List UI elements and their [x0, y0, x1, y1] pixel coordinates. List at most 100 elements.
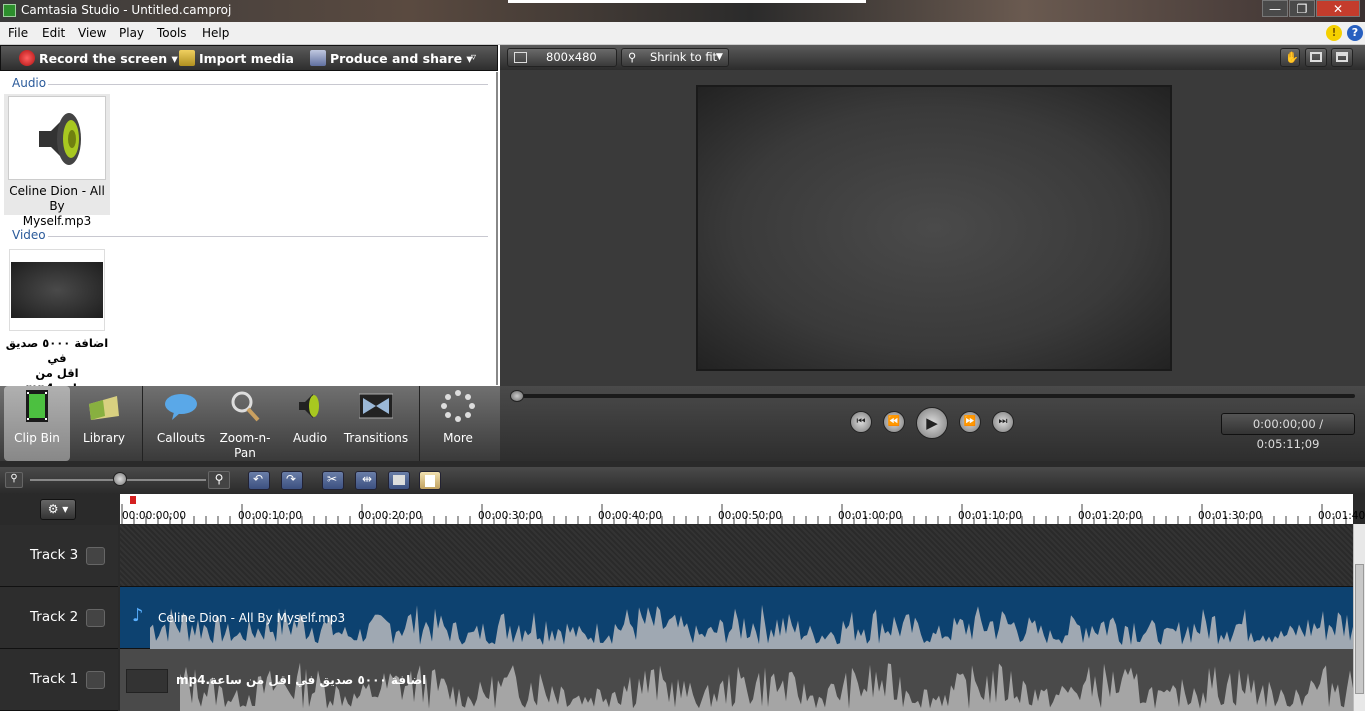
zoom-in-icon[interactable]: ⚲	[208, 471, 230, 489]
fast-forward-button[interactable]: ⏩	[959, 411, 981, 433]
produce-icon	[310, 50, 326, 66]
lock-icon[interactable]	[86, 547, 105, 565]
track-3-lane[interactable]	[120, 525, 1353, 587]
menu-tools[interactable]: Tools	[157, 26, 187, 40]
tab-more[interactable]: More	[428, 386, 488, 461]
produce-share-button[interactable]: Produce and share ▾	[310, 50, 473, 66]
library-icon	[89, 396, 119, 420]
redo-button[interactable]: ↷	[281, 471, 303, 490]
ruler-tick-label: 00:00:40;00	[598, 510, 663, 522]
chevron-down-icon: ▼	[716, 52, 723, 62]
video-thumb-image	[11, 262, 103, 318]
ruler-tick-label: 00:00:00;00	[122, 510, 187, 522]
paste-icon	[425, 475, 435, 487]
ruler-tick-label: 00:01:30;00	[1198, 510, 1263, 522]
toolbar-overflow-icon[interactable]: ▿	[471, 52, 476, 63]
redo-icon: ↷	[286, 472, 297, 486]
hand-tool-button[interactable]: ✋	[1280, 48, 1300, 67]
tips-bulb-icon[interactable]: !	[1326, 25, 1342, 41]
zoom-out-icon[interactable]: ⚲	[5, 472, 23, 488]
track-2-label: Track 2	[30, 609, 79, 625]
lock-icon[interactable]	[86, 671, 105, 689]
left-panel: Record the screen ▾ Import media Produce…	[0, 45, 500, 461]
tab-zoom-n-pan[interactable]: Zoom-n-Pan	[214, 386, 276, 461]
audio-clip[interactable]: ♪ Celine Dion - All By Myself.mp3	[120, 587, 1353, 649]
audio-clip-label: Celine Dion - All By Myself.mp3	[158, 611, 346, 625]
zoom-dropdown[interactable]: ⚲ Shrink to fit ▼	[621, 48, 729, 67]
timeline-toolbar: ⚲ ⚲ ↶ ↷ ✂ ⇹	[0, 467, 1365, 494]
copy-button[interactable]	[388, 471, 410, 490]
track-3-header: Track 3	[0, 525, 118, 587]
ruler-tick-label: 00:01:20;00	[1078, 510, 1143, 522]
rewind-button[interactable]: ⏪	[883, 411, 905, 433]
audio-clip-item[interactable]: Celine Dion - All By Myself.mp3	[4, 94, 110, 228]
tab-audio-label: Audio	[292, 431, 328, 445]
tab-audio[interactable]: Audio	[282, 386, 338, 461]
play-button[interactable]: ▶	[916, 407, 948, 439]
menu-play[interactable]: Play	[119, 26, 144, 40]
detach-preview-button[interactable]	[1331, 48, 1353, 67]
play-icon: ▶	[926, 414, 938, 432]
time-ruler[interactable]: 00:00:00;00 00:00:10;00 00:00:20;00 00:0…	[120, 494, 1365, 524]
fullscreen-button[interactable]	[1305, 48, 1327, 67]
tab-library[interactable]: Library	[72, 386, 136, 461]
timeline-scrollbar[interactable]	[1353, 524, 1365, 711]
split-button[interactable]: ⇹	[355, 471, 377, 490]
minimize-button[interactable]: —	[1262, 0, 1288, 17]
divider	[419, 386, 420, 461]
music-note-icon: ♪	[132, 605, 144, 626]
produce-label: Produce and share	[330, 51, 463, 66]
tab-callouts[interactable]: Callouts	[150, 386, 212, 461]
menu-file[interactable]: File	[8, 26, 28, 40]
gear-icon: ⚙ ▾	[47, 502, 69, 516]
resize-icon	[514, 52, 527, 63]
video-clip-item[interactable]: اضافة ٥٠٠٠ صديق في اقل من ساعة.mp4	[4, 248, 110, 395]
record-screen-button[interactable]: Record the screen ▾	[19, 50, 178, 66]
skip-forward-icon: ⏭	[998, 416, 1008, 427]
import-media-button[interactable]: Import media	[179, 50, 294, 66]
track-settings-button[interactable]: ⚙ ▾	[40, 499, 76, 520]
hand-icon: ✋	[1285, 51, 1299, 64]
menu-bar: File Edit View Play Tools Help ! ?	[0, 22, 1365, 45]
maximize-button[interactable]: ❐	[1289, 0, 1315, 17]
skip-back-icon: ⏮	[856, 416, 866, 427]
tab-transitions[interactable]: Transitions	[340, 386, 412, 461]
split-icon: ⇹	[362, 472, 373, 486]
cut-button[interactable]: ✂	[322, 471, 344, 490]
track-1-label: Track 1	[30, 671, 79, 687]
paste-button[interactable]	[419, 471, 441, 490]
tab-clip-bin[interactable]: Clip Bin	[4, 386, 70, 461]
video-clip[interactable]: اضافة ٥٠٠٠ صديق في اقل من ساعة.mp4	[120, 649, 1353, 711]
ruler-tick-label: 00:00:10;00	[238, 510, 303, 522]
undo-button[interactable]: ↶	[248, 471, 270, 490]
menu-edit[interactable]: Edit	[42, 26, 65, 40]
preview-panel: 800x480 ⚲ Shrink to fit ▼ ✋ ⏮ ⏪ ▶ ⏩ ⏭ 0:…	[500, 45, 1365, 461]
ruler-tick-label: 00:01:40;00	[1318, 510, 1365, 522]
close-button[interactable]: ✕	[1316, 0, 1360, 17]
track-1-header: Track 1	[0, 649, 118, 711]
track-2-header: Track 2	[0, 587, 118, 649]
tab-library-label: Library	[83, 431, 125, 445]
menu-view[interactable]: View	[78, 26, 106, 40]
menu-help[interactable]: Help	[202, 26, 229, 40]
video-clip-label: اضافة ٥٠٠٠ صديق في اقل من ساعة.mp4	[176, 673, 427, 687]
dimensions-dropdown[interactable]: 800x480	[507, 48, 617, 67]
scrub-handle[interactable]	[510, 390, 524, 402]
jump-start-button[interactable]: ⏮	[850, 411, 872, 433]
help-icon[interactable]: ?	[1347, 25, 1363, 41]
lock-icon[interactable]	[86, 609, 105, 627]
preview-canvas[interactable]	[696, 85, 1172, 371]
tab-zoom-n-pan-label: Zoom-n-Pan	[219, 431, 271, 460]
divider	[48, 84, 488, 85]
scrollbar-thumb[interactable]	[1355, 564, 1364, 694]
zoom-slider-handle[interactable]	[113, 472, 127, 486]
jump-end-button[interactable]: ⏭	[992, 411, 1014, 433]
title-decoration	[508, 0, 866, 3]
video-clip-thumbnail	[126, 669, 168, 693]
divider	[142, 386, 143, 461]
audio-clip-name-line2: Myself.mp3	[22, 214, 92, 228]
speaker-icon	[299, 394, 319, 418]
scrub-track[interactable]	[510, 394, 1355, 398]
magnifier-icon	[231, 391, 260, 422]
import-label: Import media	[199, 51, 294, 66]
